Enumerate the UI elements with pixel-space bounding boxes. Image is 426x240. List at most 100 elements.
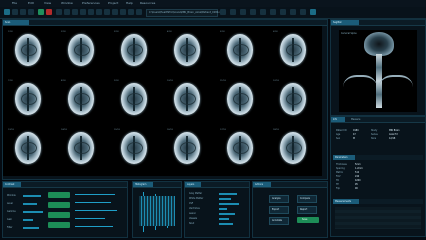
print-icon[interactable] — [260, 9, 266, 15]
actions-label: Actions — [255, 183, 263, 186]
analyze-button[interactable]: Analyze — [269, 195, 289, 203]
scan-slice[interactable]: 1/18 — [7, 30, 51, 70]
scan-slice[interactable]: 6/18 — [272, 30, 316, 70]
slice-label: 11/18 — [220, 80, 226, 82]
scan-slice[interactable]: 12/18 — [272, 79, 316, 119]
scan-slice[interactable]: 7/18 — [7, 79, 51, 119]
sync-icon[interactable] — [310, 9, 316, 15]
layer-bar — [219, 223, 233, 225]
gamma-slider[interactable] — [23, 211, 43, 213]
menu-preferences[interactable]: Preferences — [82, 1, 100, 5]
layers-tabstrip: Layers — [185, 182, 249, 188]
tab-sagittal[interactable]: Sagittal — [331, 20, 359, 25]
scan-slice[interactable]: 2/18 — [60, 30, 104, 70]
reset-button[interactable] — [48, 222, 70, 228]
scan-slice[interactable]: 14/18 — [60, 128, 104, 168]
apply-button[interactable] — [48, 212, 70, 218]
scan-slice[interactable]: 8/18 — [60, 79, 104, 119]
layer-item[interactable]: Ventricles — [189, 207, 200, 210]
window-slider[interactable] — [23, 195, 41, 197]
scan-slice[interactable]: 17/18 — [219, 128, 263, 168]
help-icon[interactable] — [300, 9, 306, 15]
tab-histogram[interactable]: Histogram — [133, 182, 153, 187]
layer-item[interactable]: Grey Matter — [189, 192, 202, 195]
tab-info[interactable]: Info — [331, 117, 345, 122]
menu-resources[interactable]: Resources — [140, 1, 155, 5]
layer-item[interactable]: White Matter — [189, 197, 203, 200]
play-icon[interactable] — [38, 9, 44, 15]
zoom-icon[interactable] — [56, 9, 62, 15]
filter-slider[interactable] — [23, 227, 39, 229]
level-slider[interactable] — [23, 203, 37, 205]
list-value: 4200 — [355, 179, 361, 182]
ruler-icon[interactable] — [80, 9, 86, 15]
scan-slice[interactable]: 10/18 — [166, 79, 210, 119]
bookmark-icon[interactable] — [240, 9, 246, 15]
auto-button[interactable] — [48, 202, 70, 208]
field-value: M — [353, 137, 355, 140]
menu-file[interactable]: File — [12, 1, 17, 5]
tab-parameters[interactable]: Parameters — [333, 155, 355, 160]
scan-slice[interactable]: 15/18 — [113, 128, 157, 168]
layer-item[interactable]: CSF — [189, 202, 193, 205]
undo-icon[interactable] — [20, 9, 26, 15]
expand-icon[interactable] — [290, 9, 296, 15]
layer-item[interactable]: Skull — [189, 222, 194, 225]
menu-edit[interactable]: Edit — [28, 1, 34, 5]
settings-icon[interactable] — [230, 9, 236, 15]
list-value: 1.2mm — [355, 167, 363, 170]
grid-icon[interactable] — [88, 9, 94, 15]
gain-slider[interactable] — [23, 219, 33, 221]
redo-icon[interactable] — [28, 9, 34, 15]
layer-bar — [219, 218, 229, 220]
crop-icon[interactable] — [112, 9, 118, 15]
tab-scan[interactable]: Scan — [3, 20, 29, 25]
brush-icon[interactable] — [104, 9, 110, 15]
search-icon[interactable] — [220, 9, 226, 15]
menu-project[interactable]: Project — [108, 1, 118, 5]
file-path-field[interactable]: C:\Users\HealthPro\Scans\MRI_Brain_Axial… — [146, 9, 225, 17]
scan-slice[interactable]: 5/18 — [219, 30, 263, 70]
export-button[interactable]: Export — [269, 206, 289, 214]
export-icon[interactable] — [270, 9, 276, 15]
filter-icon[interactable] — [128, 9, 134, 15]
tab-actions[interactable]: Actions — [253, 182, 271, 187]
contrast-row-label: Level — [7, 202, 13, 205]
menu-help[interactable]: Help — [126, 1, 133, 5]
save-icon[interactable] — [12, 9, 18, 15]
scan-slice[interactable]: 16/18 — [166, 128, 210, 168]
save-button[interactable]: Save — [297, 217, 319, 223]
pan-icon[interactable] — [64, 9, 70, 15]
layer-item[interactable]: Lesion — [189, 212, 196, 215]
rotate-icon[interactable] — [72, 9, 78, 15]
scan-slice[interactable]: 11/18 — [219, 79, 263, 119]
field-label: Age — [336, 133, 341, 136]
scan-slice[interactable]: 4/18 — [166, 30, 210, 70]
record-icon[interactable] — [46, 9, 52, 15]
menu-window[interactable]: Window — [61, 1, 73, 5]
slice-label: 7/18 — [8, 80, 13, 82]
parameters-label: Parameters — [335, 156, 348, 159]
tab-layers[interactable]: Layers — [185, 182, 201, 187]
tab-measure[interactable]: Measure — [351, 118, 360, 121]
measure-icon[interactable] — [136, 9, 142, 15]
tab-contrast[interactable]: Contrast — [3, 182, 21, 187]
share-icon[interactable] — [250, 9, 256, 15]
scan-slice[interactable]: 9/18 — [113, 79, 157, 119]
menu-view[interactable]: View — [44, 1, 51, 5]
info-icon[interactable] — [280, 9, 286, 15]
preset-button[interactable] — [48, 192, 70, 198]
compare-button[interactable]: Compare — [297, 195, 317, 203]
layers-icon[interactable] — [96, 9, 102, 15]
layer-item[interactable]: Vessels — [189, 217, 197, 220]
scan-slice[interactable]: 13/18 — [7, 128, 51, 168]
contrast-icon[interactable] — [120, 9, 126, 15]
slice-label: 14/18 — [61, 129, 67, 131]
report-button[interactable]: Report — [297, 206, 317, 214]
annotate-button[interactable]: Annotate — [269, 217, 289, 225]
tab-measurements[interactable]: Measurements — [333, 199, 359, 204]
scan-slice[interactable]: 18/18 — [272, 128, 316, 168]
open-icon[interactable] — [4, 9, 10, 15]
slice-label: 1/18 — [8, 31, 13, 33]
scan-slice[interactable]: 3/18 — [113, 30, 157, 70]
